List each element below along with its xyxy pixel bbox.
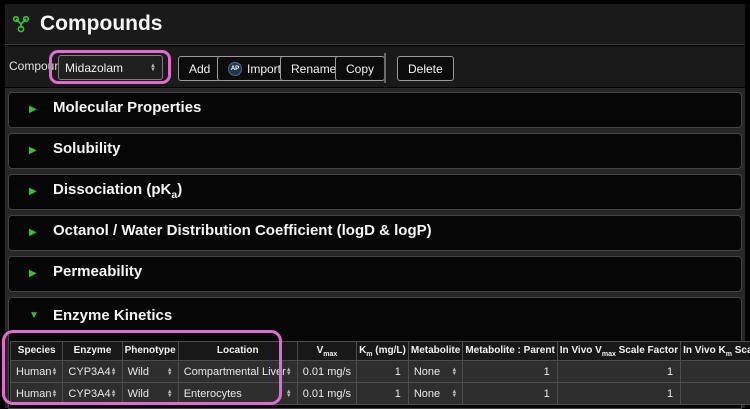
section-label: Octanol / Water Distribution Coefficient…: [53, 222, 432, 245]
add-button-label: Add: [189, 62, 210, 76]
vmax-cell[interactable]: 0.01 mg/s: [297, 383, 356, 405]
section-label: Solubility: [53, 140, 121, 163]
page-title: Compounds: [40, 12, 162, 36]
stepper-icon: ▲▼: [451, 368, 457, 376]
phenotype-select[interactable]: Wild▲▼: [122, 383, 178, 405]
molecule-icon: [11, 15, 31, 33]
rename-button-label: Rename: [291, 62, 336, 76]
compound-select-value: Midazolam: [65, 61, 150, 75]
section-label: Dissociation (pKa): [53, 181, 182, 204]
section-label: Enzyme Kinetics: [53, 307, 172, 330]
table-row: Human▲▼ CYP3A4▲▼ Wild▲▼ Compartmental Li…: [11, 361, 750, 383]
stepper-icon: ▲▼: [111, 390, 117, 398]
stepper-icon: ▲▼: [51, 390, 57, 398]
stepper-icon: ▲▼: [150, 64, 156, 72]
stepper-icon: ▲▼: [451, 390, 457, 398]
km-cell[interactable]: 1: [357, 361, 409, 383]
species-select[interactable]: Human▲▼: [11, 361, 63, 383]
import-button-label: Import: [247, 62, 281, 76]
enzyme-select[interactable]: CYP3A4▲▼: [63, 383, 122, 405]
enzyme-select[interactable]: CYP3A4▲▼: [63, 361, 122, 383]
stepper-icon: ▲▼: [111, 368, 117, 376]
metabolite-parent-cell[interactable]: 1: [463, 383, 557, 405]
title-bar: Compounds: [5, 4, 745, 45]
invivo-vmax-sf-cell[interactable]: 1: [557, 383, 680, 405]
delete-button-label: Delete: [408, 62, 443, 76]
table-row: Human▲▼ CYP3A4▲▼ Wild▲▼ Enterocytes▲▼ 0.…: [11, 383, 750, 405]
section-label: Permeability: [53, 263, 142, 286]
admet-predictor-icon: AP: [228, 62, 242, 76]
table-header-row: Species Enzyme Phenotype Location Vmax K…: [11, 342, 750, 361]
invivo-km-sf-cell[interactable]: 1: [681, 361, 750, 383]
section-solubility[interactable]: ▶ Solubility: [8, 133, 742, 169]
col-header-location: Location: [178, 342, 297, 361]
chevron-right-icon: ▶: [29, 265, 41, 283]
copy-button-label: Copy: [346, 62, 374, 76]
section-label: Molecular Properties: [53, 99, 201, 122]
add-button[interactable]: Add: [178, 56, 221, 81]
toolbar-divider: [384, 53, 386, 83]
stepper-icon: ▲▼: [286, 368, 292, 376]
metabolite-select[interactable]: None▲▼: [408, 361, 462, 383]
stepper-icon: ▲▼: [167, 390, 173, 398]
section-permeability[interactable]: ▶ Permeability: [8, 256, 742, 292]
metabolite-parent-cell[interactable]: 1: [463, 361, 557, 383]
col-header-km: Km (mg/L): [357, 342, 409, 361]
section-dissociation[interactable]: ▶ Dissociation (pKa): [8, 174, 742, 210]
col-header-invivo-km-sf: In Vivo Km Scale Factor: [681, 342, 750, 361]
chevron-right-icon: ▶: [29, 101, 41, 119]
delete-button[interactable]: Delete: [397, 56, 454, 81]
col-header-species: Species: [11, 342, 63, 361]
col-header-phenotype: Phenotype: [122, 342, 178, 361]
col-header-enzyme: Enzyme: [63, 342, 122, 361]
chevron-right-icon: ▶: [29, 183, 41, 201]
chevron-right-icon: ▶: [29, 142, 41, 160]
enzyme-kinetics-table: Species Enzyme Phenotype Location Vmax K…: [10, 341, 750, 405]
location-select[interactable]: Compartmental Liver▲▼: [178, 361, 297, 383]
invivo-vmax-sf-cell[interactable]: 1: [557, 361, 680, 383]
stepper-icon: ▲▼: [286, 390, 292, 398]
vmax-cell[interactable]: 0.01 mg/s: [297, 361, 356, 383]
sections-panel: ▶ Molecular Properties ▶ Solubility ▶ Di…: [5, 88, 745, 408]
col-header-invivo-vmax-sf: In Vivo Vmax Scale Factor: [557, 342, 680, 361]
stepper-icon: ▲▼: [51, 368, 57, 376]
compound-select[interactable]: Midazolam ▲▼: [58, 55, 163, 80]
species-select[interactable]: Human▲▼: [11, 383, 63, 405]
compounds-window: Compounds Compound Midazolam ▲▼ Add AP I…: [0, 0, 750, 408]
metabolite-select[interactable]: None▲▼: [408, 383, 462, 405]
km-cell[interactable]: 1: [357, 383, 409, 405]
chevron-right-icon: ▶: [29, 224, 41, 242]
copy-button[interactable]: Copy: [335, 56, 385, 81]
col-header-metabolite-parent: Metabolite : Parent: [463, 342, 557, 361]
col-header-vmax: Vmax: [297, 342, 356, 361]
location-select[interactable]: Enterocytes▲▼: [178, 383, 297, 405]
invivo-km-sf-cell[interactable]: 1: [681, 383, 750, 405]
phenotype-select[interactable]: Wild▲▼: [122, 361, 178, 383]
chevron-down-icon: ▼: [29, 307, 41, 325]
compound-toolbar: Compound Midazolam ▲▼ Add AP Import Rena…: [5, 46, 745, 87]
stepper-icon: ▲▼: [167, 368, 173, 376]
col-header-metabolite: Metabolite: [408, 342, 462, 361]
section-octanol-water[interactable]: ▶ Octanol / Water Distribution Coefficie…: [8, 215, 742, 251]
section-molecular-properties[interactable]: ▶ Molecular Properties: [8, 92, 742, 128]
